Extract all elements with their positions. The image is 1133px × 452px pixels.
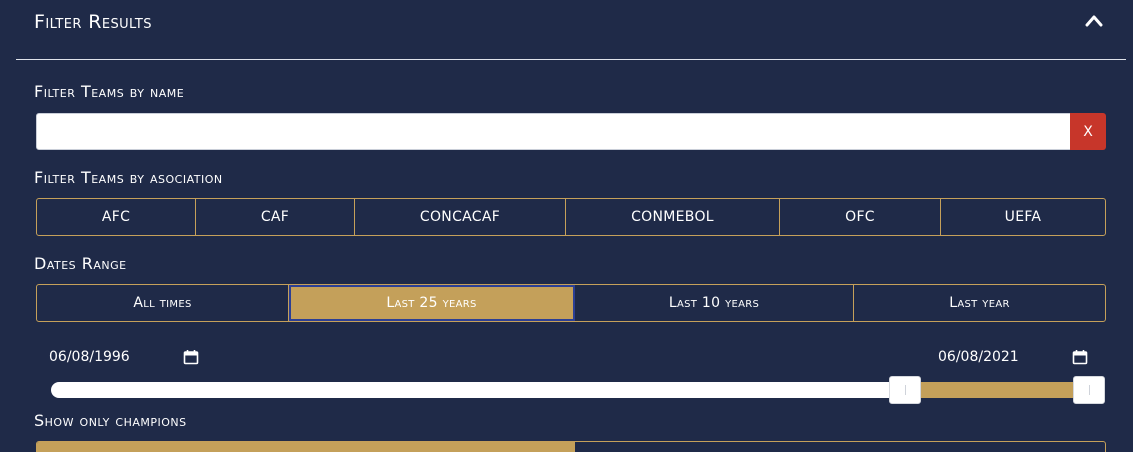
association-option-afc[interactable]: AFC: [37, 199, 196, 235]
dates-option-last-25-years[interactable]: Last 25 years: [289, 285, 575, 321]
slider-start-handle[interactable]: [889, 376, 922, 404]
chevron-up-icon[interactable]: [1085, 12, 1103, 30]
association-button-group: AFC CAF CONCACAF CONMEBOL OFC UEFA: [36, 198, 1106, 236]
dates-button-group: All times Last 25 years Last 10 years La…: [36, 284, 1106, 322]
association-option-caf[interactable]: CAF: [196, 199, 355, 235]
clear-name-button[interactable]: X: [1070, 113, 1106, 150]
date-range-slider-selection: [905, 382, 1089, 398]
name-filter-label: Filter Teams by name: [34, 82, 185, 101]
champions-option-first[interactable]: [37, 442, 575, 452]
champions-option-second[interactable]: [575, 442, 1105, 452]
dates-option-last-year[interactable]: Last year: [854, 285, 1105, 321]
association-option-conmebol[interactable]: CONMEBOL: [566, 199, 780, 235]
champions-toggle-group: [36, 441, 1106, 452]
champions-filter-label: Show only champions: [34, 411, 187, 430]
dates-option-all-times[interactable]: All times: [37, 285, 289, 321]
calendar-icon[interactable]: [1072, 349, 1088, 365]
dates-range-label: Dates Range: [34, 254, 127, 273]
start-date-field[interactable]: 06/08/1996: [49, 345, 209, 369]
start-date-value[interactable]: 06/08/1996: [49, 349, 130, 365]
calendar-icon[interactable]: [183, 349, 199, 365]
dates-option-last-10-years[interactable]: Last 10 years: [575, 285, 854, 321]
association-option-uefa[interactable]: UEFA: [941, 199, 1105, 235]
grip-icon: [1088, 385, 1090, 395]
filter-panel: Filter Results Filter Teams by name X Fi…: [16, 0, 1126, 452]
end-date-field[interactable]: 06/08/2021: [938, 345, 1098, 369]
association-filter-label: Filter Teams by asociation: [34, 168, 223, 187]
association-option-concacaf[interactable]: CONCACAF: [355, 199, 566, 235]
team-name-input[interactable]: [36, 113, 1072, 150]
end-date-value[interactable]: 06/08/2021: [938, 349, 1019, 365]
association-option-ofc[interactable]: OFC: [780, 199, 941, 235]
slider-end-handle[interactable]: [1073, 376, 1105, 404]
panel-title: Filter Results: [34, 11, 152, 33]
panel-header[interactable]: Filter Results: [16, 0, 1126, 60]
grip-icon: [904, 385, 906, 395]
